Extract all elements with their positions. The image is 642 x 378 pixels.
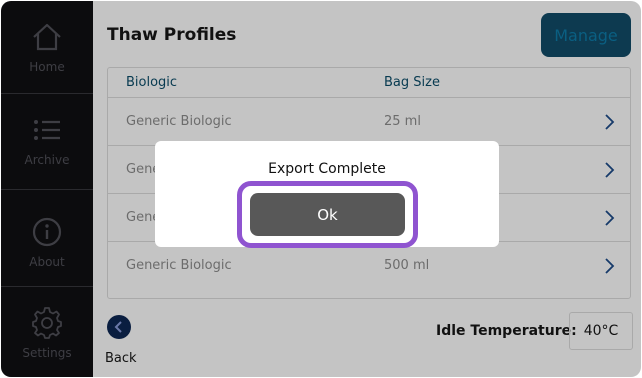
cell-biologic: Generic Biologic (126, 114, 232, 129)
idle-temperature-label: Idle Temperature: (436, 323, 577, 339)
chevron-right-icon (605, 258, 615, 274)
sidebar-item-home[interactable]: Home (1, 1, 93, 93)
back-label: Back (105, 351, 137, 366)
list-icon (34, 120, 60, 140)
table-row[interactable]: Generic Biologic 25 ml (108, 99, 630, 146)
sidebar-divider (1, 189, 93, 190)
cell-bag-size: 25 ml (384, 114, 421, 129)
sidebar-label-home: Home (29, 60, 65, 74)
table-row[interactable]: Generic Biologic 500 ml (108, 243, 630, 290)
page-title: Thaw Profiles (107, 25, 237, 45)
sidebar-label-about: About (29, 255, 65, 269)
sidebar-label-settings: Settings (22, 346, 72, 360)
sidebar-item-settings[interactable]: Settings (1, 287, 93, 377)
manage-button[interactable]: Manage (541, 13, 631, 57)
app-window: Home Archive About Settings Thaw Profile… (1, 1, 641, 377)
sidebar-item-archive[interactable]: Archive (1, 94, 93, 186)
chevron-right-icon (605, 210, 615, 226)
sidebar: Home Archive About Settings (1, 1, 93, 377)
back-button[interactable]: Back (105, 315, 145, 367)
table-header: Biologic Bag Size (108, 68, 630, 98)
chevron-right-icon (605, 114, 615, 130)
gear-icon (32, 307, 62, 339)
back-arrow-icon (107, 315, 131, 339)
idle-temperature-field[interactable]: 40°C (569, 312, 633, 350)
info-icon (32, 217, 62, 247)
sidebar-item-about[interactable]: About (1, 196, 93, 288)
sidebar-label-archive: Archive (24, 153, 70, 167)
home-icon (33, 23, 61, 51)
ok-button[interactable]: Ok (250, 193, 405, 236)
column-header-bag-size: Bag Size (384, 75, 440, 90)
column-header-biologic: Biologic (126, 75, 178, 90)
dialog-title: Export Complete (268, 161, 386, 177)
cell-bag-size: 500 ml (384, 258, 430, 273)
chevron-right-icon (605, 162, 615, 178)
cell-biologic: Generic Biologic (126, 258, 232, 273)
